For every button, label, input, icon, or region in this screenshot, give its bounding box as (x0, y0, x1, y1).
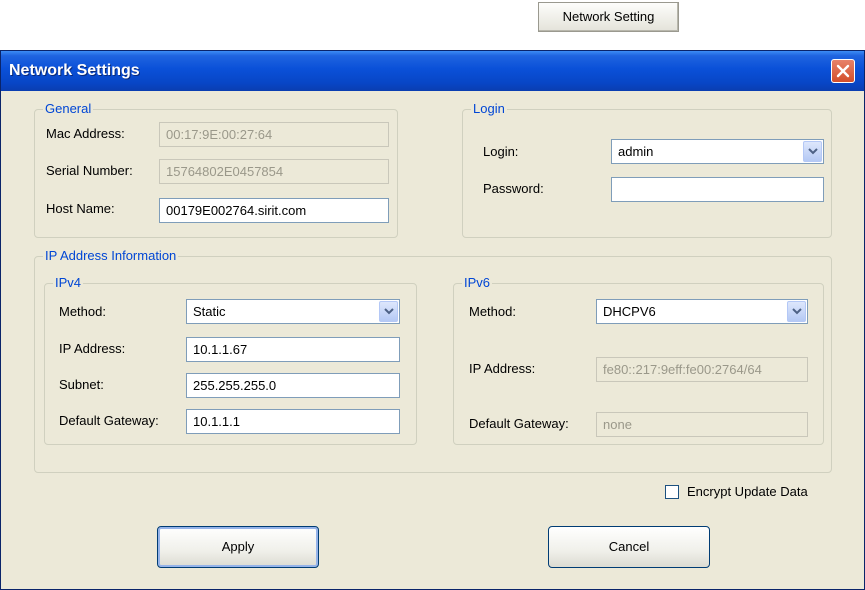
ipv6-method-dropdown[interactable]: DHCPV6 (596, 299, 808, 324)
ipv6-ip-address-label: IP Address: (469, 361, 536, 376)
ipv6-default-gateway-field[interactable] (596, 412, 808, 437)
window-title: Network Settings (9, 62, 140, 79)
ipv4-group-label: IPv4 (53, 275, 84, 291)
dialog-body: General Mac Address: Serial Number: Host… (4, 91, 861, 587)
title-bar[interactable]: Network Settings (1, 51, 864, 91)
ipv4-method-label: Method: (59, 304, 106, 319)
mac-address-label: Mac Address: (46, 126, 125, 141)
mac-address-field[interactable] (159, 122, 389, 147)
login-dropdown[interactable]: admin (611, 139, 824, 164)
ipv6-method-value: DHCPV6 (603, 304, 656, 319)
login-dropdown-value: admin (618, 144, 654, 159)
ipv4-method-value: Static (193, 304, 226, 319)
password-field[interactable] (611, 177, 824, 202)
ipv6-default-gateway-label: Default Gateway: (469, 416, 569, 431)
ip-address-information-label: IP Address Information (43, 248, 179, 264)
ipv4-ip-address-label: IP Address: (59, 341, 126, 356)
ipv4-default-gateway-label: Default Gateway: (59, 413, 159, 428)
serial-number-label: Serial Number: (46, 163, 133, 178)
encrypt-update-data-label[interactable]: Encrypt Update Data (687, 484, 808, 500)
ipv4-default-gateway-field[interactable] (186, 409, 400, 434)
chevron-down-icon[interactable] (803, 141, 822, 162)
network-setting-button[interactable]: Network Setting (538, 2, 679, 32)
chevron-down-icon[interactable] (379, 301, 398, 322)
ipv4-ip-address-field[interactable] (186, 337, 400, 362)
close-icon (836, 64, 850, 78)
subnet-field[interactable] (186, 373, 400, 398)
password-label: Password: (483, 181, 544, 196)
login-group: Login (462, 101, 832, 238)
general-group-label: General (43, 101, 94, 117)
ipv4-method-dropdown[interactable]: Static (186, 299, 400, 324)
chevron-down-icon[interactable] (787, 301, 806, 322)
encrypt-update-data-checkbox[interactable] (665, 485, 679, 499)
host-name-field[interactable] (159, 198, 389, 223)
ipv6-method-label: Method: (469, 304, 516, 319)
subnet-label: Subnet: (59, 377, 104, 392)
close-button[interactable] (831, 59, 855, 83)
apply-button[interactable]: Apply (157, 526, 319, 568)
login-label: Login: (483, 144, 519, 159)
cancel-button[interactable]: Cancel (548, 526, 710, 568)
network-settings-dialog: Network Settings General Mac Address: Se… (0, 50, 865, 590)
ipv6-group-label: IPv6 (462, 275, 493, 291)
host-name-label: Host Name: (46, 201, 115, 216)
serial-number-field[interactable] (159, 159, 389, 184)
login-group-label: Login (471, 101, 507, 117)
ipv6-ip-address-field[interactable] (596, 357, 808, 382)
